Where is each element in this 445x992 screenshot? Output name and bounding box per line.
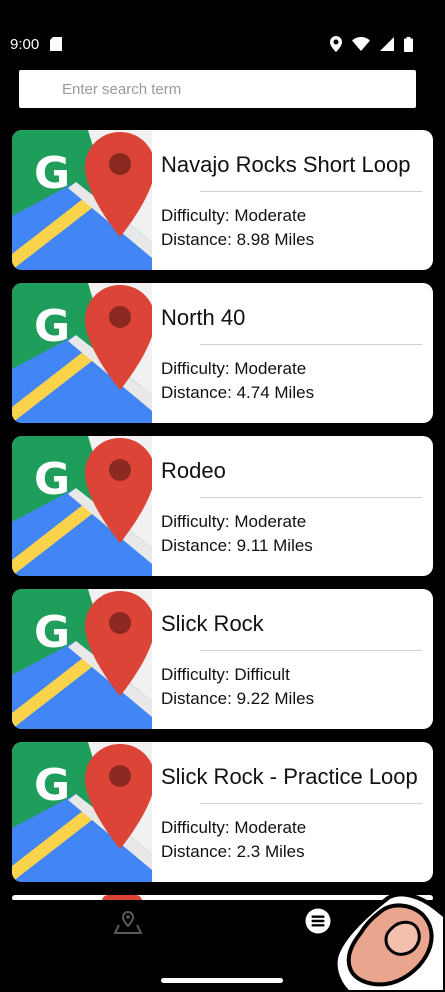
map-thumbnail-icon: G	[12, 436, 152, 576]
trail-difficulty: Difficulty: Difficult	[161, 665, 290, 684]
divider	[200, 191, 422, 192]
trail-difficulty: Difficulty: Moderate	[161, 359, 307, 378]
trail-name: Rodeo	[161, 458, 226, 483]
map-thumbnail-icon: G	[12, 130, 152, 270]
divider	[200, 650, 422, 651]
trail-name: Navajo Rocks Short Loop	[161, 152, 411, 177]
sd-card-icon	[50, 37, 62, 51]
trail-distance: Distance: 2.3 Miles	[161, 842, 305, 861]
trail-distance: Distance: 4.74 Miles	[161, 383, 315, 402]
map-thumbnail-icon: G	[12, 589, 152, 729]
svg-text:G: G	[34, 607, 70, 658]
status-time: 9:00	[10, 36, 40, 53]
trail-difficulty: Difficulty: Moderate	[161, 206, 307, 225]
trail-distance: Distance: 8.98 Miles	[161, 230, 315, 249]
trail-card[interactable]: G Rodeo Difficulty: Moderate Distance: 9…	[12, 436, 433, 576]
location-icon	[330, 36, 342, 52]
svg-text:G: G	[34, 454, 70, 505]
map-thumbnail-icon: G	[12, 742, 152, 882]
search-input[interactable]	[19, 70, 416, 108]
signal-icon	[380, 37, 394, 51]
trail-card[interactable]: G Navajo Rocks Short Loop Difficulty: Mo…	[12, 130, 433, 270]
map-thumbnail-icon: G	[12, 283, 152, 423]
trail-name: Slick Rock	[161, 611, 264, 636]
status-icons	[330, 36, 413, 52]
finger-touch-icon	[333, 892, 445, 992]
svg-text:G: G	[34, 301, 70, 352]
trail-card[interactable]: G Slick Rock Difficulty: Difficult Dista…	[12, 589, 433, 729]
trail-difficulty: Difficulty: Moderate	[161, 512, 307, 531]
map-pin-icon[interactable]	[114, 910, 142, 934]
trail-card[interactable]: G Slick Rock - Practice Loop Difficulty:…	[12, 742, 433, 882]
trail-distance: Distance: 9.11 Miles	[161, 536, 313, 555]
divider	[200, 344, 422, 345]
status-bar: 9:00	[0, 0, 445, 64]
divider	[200, 803, 422, 804]
trail-name: North 40	[161, 305, 246, 330]
trail-distance: Distance: 9.22 Miles	[161, 689, 315, 708]
svg-text:G: G	[34, 760, 70, 811]
list-icon[interactable]	[305, 908, 331, 934]
trail-card[interactable]: G North 40 Difficulty: Moderate Distance…	[12, 283, 433, 423]
search-bar	[19, 70, 416, 108]
trail-name: Slick Rock - Practice Loop	[161, 764, 418, 789]
divider	[200, 497, 422, 498]
home-indicator[interactable]	[161, 978, 283, 983]
trail-difficulty: Difficulty: Moderate	[161, 818, 307, 837]
battery-icon	[404, 36, 413, 52]
svg-text:G: G	[34, 148, 70, 199]
wifi-icon	[352, 37, 370, 51]
